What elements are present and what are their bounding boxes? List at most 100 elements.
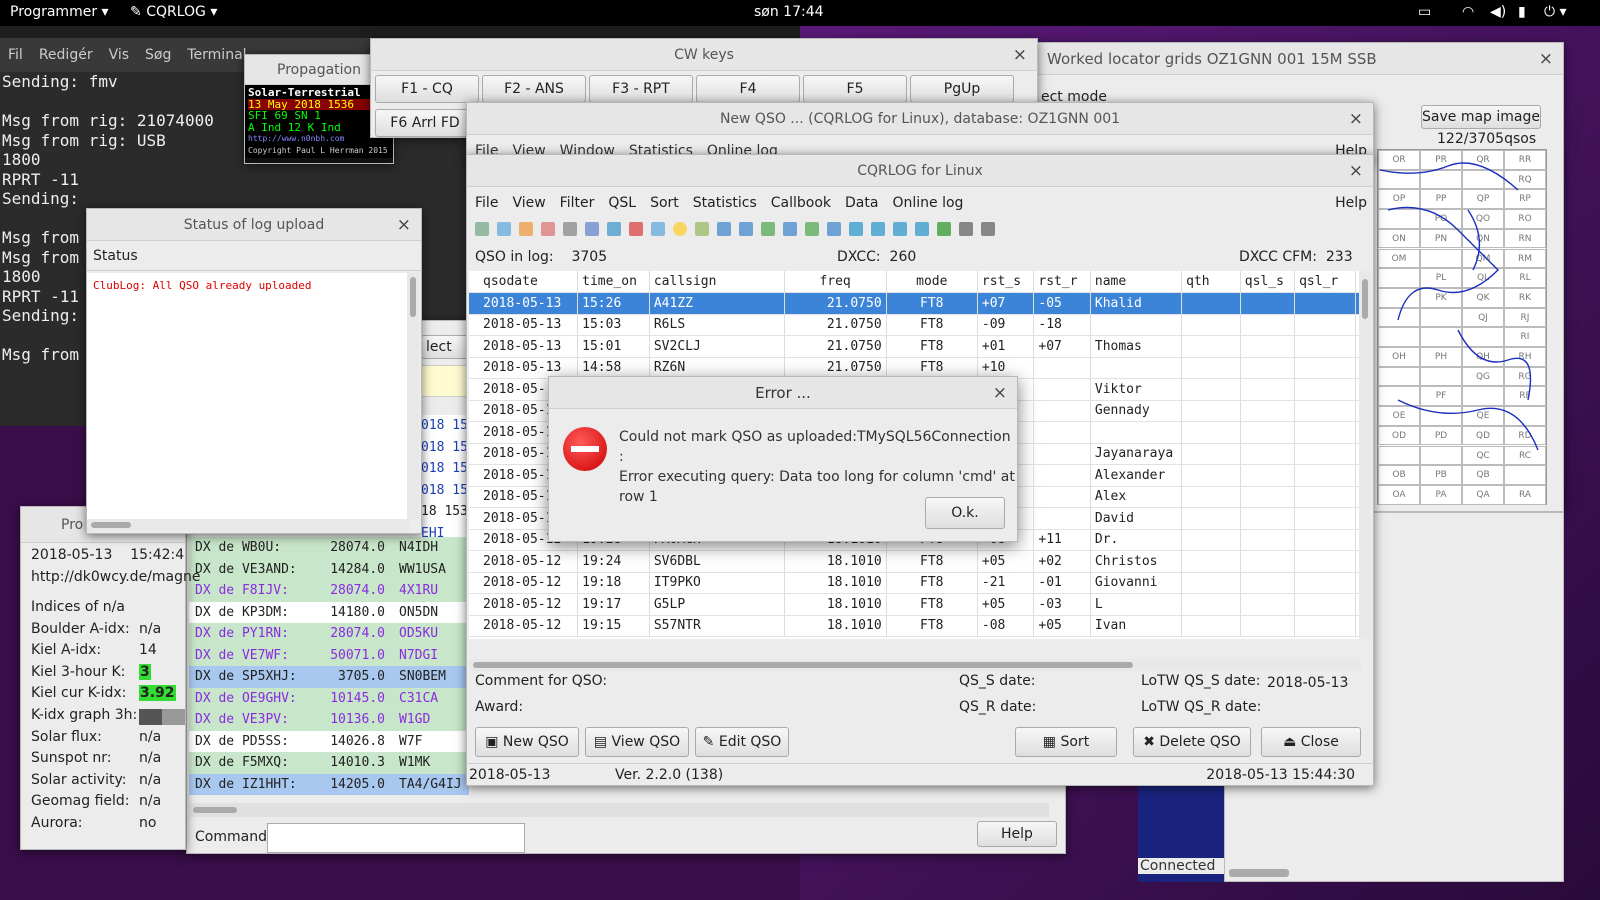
cw-key-f1[interactable]: F1 - CQ: [375, 75, 479, 103]
table-row[interactable]: 2018-05-1219:17G5LP18.1010FT8+05-03L2018: [469, 593, 1361, 616]
applications-menu[interactable]: Programmer ▾: [10, 4, 109, 20]
terminal-menu-edit[interactable]: Redigér: [39, 47, 93, 63]
cqrlog-menu-item[interactable]: Callbook: [771, 195, 831, 211]
dx-spot-row[interactable]: DX de WB0U: 28074.0 N4IDH: [189, 537, 469, 559]
toolbar-icon[interactable]: [651, 222, 665, 236]
close-icon[interactable]: ×: [1539, 43, 1553, 75]
active-app-menu[interactable]: ✎ CQRLOG ▾: [130, 4, 217, 20]
column-header[interactable]: qth: [1181, 271, 1241, 293]
table-horizontal-scrollbar[interactable]: [469, 659, 1361, 671]
toolbar-icon[interactable]: [827, 222, 841, 236]
close-icon[interactable]: ×: [1349, 103, 1363, 135]
toolbar-icon[interactable]: [783, 222, 797, 236]
locator-grid-map[interactable]: OR PR QR RR RQ OP PP QP RP PO QO RO ON PN QN RN OM QM RM PL…: [1377, 149, 1547, 505]
prop-url[interactable]: http://dk0wcy.de/magne: [31, 569, 200, 585]
cqrlog-menu-item[interactable]: Statistics: [693, 195, 757, 211]
terminal-menu-search[interactable]: Søg: [145, 47, 171, 63]
cw-key-f2[interactable]: F2 - ANS: [482, 75, 586, 103]
dx-spot-row[interactable]: DX de VE3AND: 14284.0 WW1USA: [189, 558, 469, 580]
clock[interactable]: søn 17:44: [754, 4, 824, 20]
horizontal-scrollbar[interactable]: [189, 803, 1049, 817]
edit-qso-button[interactable]: ✎ Edit QSO: [695, 727, 789, 757]
close-icon[interactable]: ×: [397, 209, 411, 241]
table-row[interactable]: 2018-05-13 15:26 A41ZZ 21.0750 FT8 +07 -05 Khal…: [469, 292, 1361, 315]
volume-icon[interactable]: ◀): [1490, 4, 1506, 20]
dx-spot-row[interactable]: DX de PD5SS: 14026.8 W7F: [189, 730, 469, 752]
toolbar-icon[interactable]: [959, 222, 973, 236]
dx-spot-row[interactable]: DX de PY1RN: 28074.0 OD5KU: [189, 623, 469, 645]
close-icon[interactable]: ×: [1013, 39, 1027, 71]
column-header[interactable]: qsodate: [469, 271, 579, 293]
cqrlog-help-menu[interactable]: Help: [1335, 195, 1367, 211]
dx-spot-row[interactable]: DX de F5MXQ: 14010.3 W1MK: [189, 752, 469, 774]
table-row[interactable]: 2018-05-12 19:18 IT9PKO 18.1010 FT8 -21 -01 Gio…: [469, 572, 1361, 594]
toolbar-icon[interactable]: [981, 222, 995, 236]
column-header[interactable]: callsign: [649, 271, 785, 293]
power-menu-icon[interactable]: ⏻ ▾: [1544, 4, 1567, 20]
status-log[interactable]: ClubLog: All QSO already uploaded: [87, 273, 409, 519]
cqrlog-menu-item[interactable]: Data: [845, 195, 878, 211]
dx-spot-row[interactable]: DX de IZ1HHT: 14205.0 TA4/G4IJ: [189, 773, 469, 795]
column-header[interactable]: qsl_s: [1240, 271, 1296, 293]
toolbar-icon[interactable]: [893, 222, 907, 236]
column-header[interactable]: freq: [784, 271, 887, 293]
scrollbar-thumb[interactable]: [1229, 869, 1289, 877]
dx-spot-row[interactable]: DX de VE3PV: 10136.0 W1GD: [189, 709, 469, 731]
battery-icon[interactable]: ▮: [1518, 4, 1526, 20]
toolbar-icon[interactable]: [915, 222, 929, 236]
toolbar-icon[interactable]: [629, 222, 643, 236]
table-row[interactable]: 2018-05-12 19:24 SV6DBL 18.1010 FT8 +05 +02 Chr…: [469, 550, 1361, 573]
toolbar-icon[interactable]: [849, 222, 863, 236]
table-row[interactable]: 2018-05-12 19:15 S57NTR 18.1010 FT8 -08 +05 Iva…: [469, 615, 1361, 637]
toolbar-icon[interactable]: [607, 222, 621, 236]
table-vertical-scrollbar[interactable]: [1359, 271, 1371, 639]
toolbar-icon[interactable]: [761, 222, 775, 236]
horizontal-scrollbar[interactable]: [87, 519, 409, 531]
terminal-menu-terminal[interactable]: Terminal: [187, 47, 246, 63]
dx-spot-list[interactable]: DX de WB0U: 28074.0 N4IDH DX de VE3AND: 1428…: [189, 537, 469, 795]
banner-url[interactable]: http://www.n0nbh.com: [248, 133, 390, 145]
dx-spot-row[interactable]: DX de F8IJV: 28074.0 4X1RU: [189, 580, 469, 602]
toolbar-icon[interactable]: [871, 222, 885, 236]
column-header[interactable]: mode: [886, 271, 978, 293]
save-map-image-button[interactable]: Save map image: [1421, 105, 1541, 129]
toolbar-icon[interactable]: [673, 222, 687, 236]
toolbar-icon[interactable]: [541, 222, 555, 236]
column-header[interactable]: rst_r: [1033, 271, 1091, 293]
column-header[interactable]: qsl_r: [1294, 271, 1356, 293]
vertical-scrollbar[interactable]: [407, 273, 419, 519]
column-header[interactable]: name: [1090, 271, 1183, 293]
toolbar-icon[interactable]: [563, 222, 577, 236]
toolbar-icon[interactable]: [475, 222, 489, 236]
table-row[interactable]: 2018-05-1315:03R6LS21.0750FT8-09-182018: [469, 314, 1361, 336]
command-input[interactable]: [267, 823, 525, 853]
toolbar-icon[interactable]: [695, 222, 709, 236]
screen-icon[interactable]: ▭: [1418, 4, 1431, 20]
cqrlog-menu-item[interactable]: Online log: [892, 195, 963, 211]
cw-key-f4[interactable]: F4: [696, 75, 800, 103]
column-header[interactable]: time_on: [577, 271, 650, 293]
table-row[interactable]: 2018-05-13 15:01 SV2CLJ 21.0750 FT8 +01 +07 Tho…: [469, 335, 1361, 358]
cqrlog-menu-item[interactable]: File: [475, 195, 498, 211]
toolbar-icon[interactable]: [805, 222, 819, 236]
close-button[interactable]: ⏏ Close: [1261, 727, 1361, 757]
toolbar-icon[interactable]: [497, 222, 511, 236]
dx-spot-row[interactable]: DX de KP3DM: 14180.0 ON5DN: [189, 601, 469, 623]
column-header[interactable]: rst_s: [977, 271, 1035, 293]
toolbar-icon[interactable]: [519, 222, 533, 236]
toolbar-icon[interactable]: [585, 222, 599, 236]
close-icon[interactable]: ×: [1349, 155, 1363, 187]
close-icon[interactable]: ×: [993, 377, 1007, 409]
terminal-menu-view[interactable]: Vis: [109, 47, 129, 63]
new-qso-button[interactable]: ▣ New QSO: [475, 727, 579, 757]
dx-spot-row[interactable]: DX de OE9GHV: 10145.0 C31CA: [189, 687, 469, 709]
toolbar-icon[interactable]: [937, 222, 951, 236]
ok-button[interactable]: O.k.: [925, 497, 1005, 529]
cw-key-pgup[interactable]: PgUp: [910, 75, 1014, 103]
toolbar-icon[interactable]: [739, 222, 753, 236]
toolbar-icon[interactable]: [717, 222, 731, 236]
cqrlog-menu-item[interactable]: QSL: [608, 195, 636, 211]
cluster-help-button[interactable]: Help: [977, 821, 1057, 847]
cqrlog-menu-item[interactable]: Filter: [560, 195, 595, 211]
wifi-icon[interactable]: ◠: [1462, 4, 1474, 20]
